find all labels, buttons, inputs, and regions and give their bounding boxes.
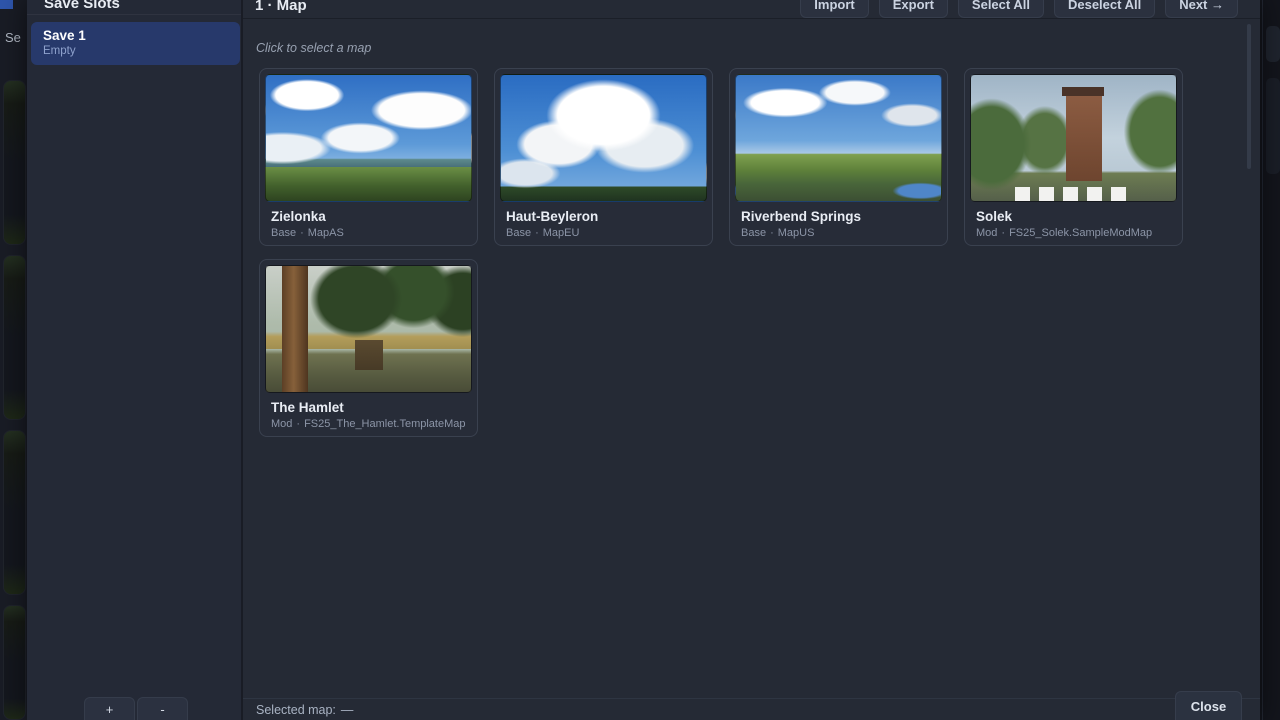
map-name: Solek: [976, 209, 1177, 224]
map-card-solek[interactable]: Solek Mod · FS25_Solek.SampleModMap: [964, 68, 1183, 246]
map-source: Base: [741, 227, 766, 239]
map-thumbnail: [735, 74, 942, 202]
save-slot-status: Empty: [43, 45, 228, 57]
next-button[interactable]: Next →: [1165, 0, 1238, 18]
select-all-button[interactable]: Select All: [958, 0, 1044, 18]
background-accent-fragment: [0, 0, 13, 9]
background-page-left: Se: [0, 0, 27, 720]
map-meta: Base · MapAS: [271, 227, 472, 239]
map-name: The Hamlet: [271, 400, 472, 415]
map-card-the-hamlet[interactable]: The Hamlet Mod · FS25_The_Hamlet.TemplateM…: [259, 259, 478, 437]
meta-separator: ·: [535, 227, 539, 239]
selected-map-value: —: [341, 703, 354, 717]
toolbar: Import Export Select All Deselect All Ne…: [800, 0, 1238, 18]
background-page-right: [1260, 0, 1280, 720]
add-slot-button[interactable]: +: [84, 697, 135, 720]
screen: Se Save Slots Save 1 Empty + - 1 · Map I…: [0, 0, 1280, 720]
map-meta: Mod · FS25_The_Hamlet.TemplateMap: [271, 418, 472, 430]
map-id: FS25_Solek.SampleModMap: [1009, 227, 1152, 239]
selected-map-label: Selected map:: [256, 703, 336, 717]
map-grid: Zielonka Base·MapAS Haut-Beyleron Base·M…: [259, 68, 1183, 437]
step-title: 1 · Map: [255, 0, 307, 14]
map-name: Zielonka: [271, 209, 472, 224]
map-id: MapAS: [308, 227, 344, 239]
map-card-haut-beyleron[interactable]: Haut-Beyleron Base · MapEU: [494, 68, 713, 246]
map-id: FS25_The_Hamlet.TemplateMap: [304, 418, 465, 430]
map-source: Base: [271, 227, 296, 239]
map-id: MapEU: [543, 227, 580, 239]
map-meta: Base · MapUS: [741, 227, 942, 239]
remove-slot-button[interactable]: -: [137, 697, 188, 720]
map-source: Base: [506, 227, 531, 239]
map-step-panel: 1 · Map Import Export Select All Deselec…: [243, 0, 1260, 720]
map-thumbnail: [970, 74, 1177, 202]
divider: [243, 18, 1260, 19]
map-thumbnail: [265, 265, 472, 393]
save-slots-sidebar: Save Slots Save 1 Empty + -: [27, 0, 243, 720]
map-source: Mod: [271, 418, 292, 430]
map-card-zielonka[interactable]: Zielonka Base · MapAS: [259, 68, 478, 246]
selected-map-status: Selected map: —: [256, 703, 353, 717]
background-list-item: [3, 80, 26, 245]
save-slot-name: Save 1: [43, 28, 228, 43]
import-button[interactable]: Import: [800, 0, 868, 18]
meta-separator: ·: [770, 227, 774, 239]
map-card-riverbend-springs[interactable]: Riverbend Springs Base · MapUS: [729, 68, 948, 246]
background-list-item: [3, 255, 26, 420]
select-map-hint: Click to select a map: [256, 41, 371, 55]
background-list-item: [3, 605, 26, 720]
map-meta: Base · MapEU: [506, 227, 707, 239]
background-ui-fragment: [1266, 78, 1280, 174]
map-id: MapUS: [778, 227, 815, 239]
deselect-all-button[interactable]: Deselect All: [1054, 0, 1155, 18]
map-name: Haut-Beyleron: [506, 209, 707, 224]
map-thumbnail: [500, 74, 707, 202]
background-ui-fragment: [1266, 26, 1280, 62]
background-list-item: [3, 430, 26, 595]
meta-separator: ·: [300, 227, 304, 239]
background-panel-edge: [1262, 0, 1263, 720]
map-meta: Mod · FS25_Solek.SampleModMap: [976, 227, 1177, 239]
background-partial-label: Se: [5, 30, 21, 45]
save-editor-dialog: Save Slots Save 1 Empty + - 1 · Map Impo…: [27, 0, 1260, 720]
save-slot-item-selected[interactable]: Save 1 Empty: [31, 22, 240, 65]
divider: [243, 698, 1260, 699]
divider: [27, 14, 241, 15]
meta-separator: ·: [1001, 227, 1005, 239]
map-source: Mod: [976, 227, 997, 239]
map-thumbnail: [265, 74, 472, 202]
scrollbar-thumb[interactable]: [1247, 24, 1251, 169]
sidebar-title: Save Slots: [44, 0, 120, 12]
map-name: Riverbend Springs: [741, 209, 942, 224]
export-button[interactable]: Export: [879, 0, 948, 18]
close-button[interactable]: Close: [1175, 691, 1242, 720]
meta-separator: ·: [296, 418, 300, 430]
